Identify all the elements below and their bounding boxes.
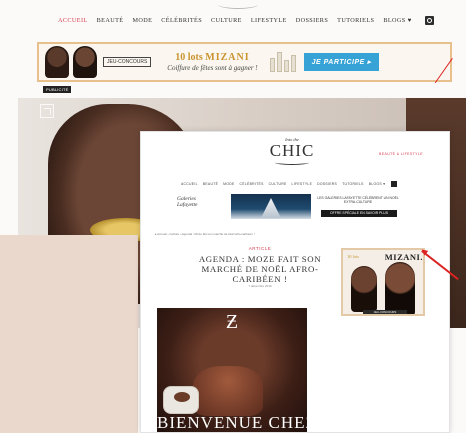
site-logo-fragment[interactable] [218,0,258,9]
foreground-site-screenshot: Into the CHIC BEAUTÉ & LIFESTYLE ACCUEIL… [140,131,450,433]
screenshot-root: ACCUEIL BEAUTÉ MODE CÉLÉBRITÉS CULTURE L… [0,0,466,433]
search-icon[interactable] [424,15,434,25]
galeries-script-logo[interactable]: Galeries Lafayette [177,196,207,218]
breadcrumb[interactable]: ▸ Accueil › Culture › Agenda : Moze fait… [155,232,355,238]
fg-nav-blogs[interactable]: BLOGS ♥ [369,182,386,186]
photo-cup [163,386,199,414]
nav-item-dossiers[interactable]: DOSSIERS [296,17,328,24]
nav-item-accueil[interactable]: ACCUEIL [58,17,88,24]
banner-lots: lots [187,52,203,63]
banner-brand: MIZANI [205,52,250,63]
product-bottles [269,52,296,72]
fg-nav-accueil[interactable]: ACCUEIL [181,182,198,186]
nav-item-mode[interactable]: MODE [132,17,152,24]
photo-logo-letter: Ƶ [225,311,239,333]
fg-banner-button[interactable]: OFFRE SPÉCIALE EN SAVOIR PLUS [321,210,397,217]
fg-banner-text: LES GALERIES LAFAYETTE CÉLÈBRENT UN NOËL… [317,196,399,204]
side-ad-lots: 10 lots [347,254,360,259]
fg-nav-lifestyle[interactable]: LIFESTYLE [292,182,313,186]
top-banner-ad[interactable]: JEU-CONCOURS 10 lots MIZANI Coiffure de … [37,42,452,82]
expand-icon[interactable] [40,104,54,118]
nav-item-blogs[interactable]: BLOGS ♥ [383,17,411,24]
side-ad-model-2 [385,262,415,314]
side-ad-header: 10 lots MIZANI. [347,251,423,262]
site-tagline: BEAUTÉ & LIFESTYLE [379,152,423,156]
fg-nav-tutoriels[interactable]: TUTORIELS [342,182,364,186]
side-ad-model-1 [351,266,377,312]
banner-model-2 [73,46,97,78]
logo-swoosh [275,160,309,165]
photo-cake [193,366,263,416]
fg-nav: ACCUEIL BEAUTÉ MODE CÉLÉBRITÉS CULTURE L… [181,180,431,188]
article-date: 7 décembre 2016 [248,284,272,288]
nav-item-tutoriels[interactable]: TUTORIELS [337,17,374,24]
pink-accent-block [0,235,138,433]
main-nav: ACCUEIL BEAUTÉ MODE CÉLÉBRITÉS CULTURE L… [58,14,438,26]
side-ad-caption: JEU-CONCOURS [363,310,407,314]
contest-chip: JEU-CONCOURS [103,57,152,67]
article-byline [215,290,305,295]
photo-caption: BIENVENUE CHEZ VOU [157,413,307,432]
banner-subtitle: Coiffure de fêtes sont à gagner ! [167,64,258,72]
fg-nav-celebrites[interactable]: CÉLÉBRITÉS [240,182,264,186]
article-category[interactable]: ARTICLE [205,246,315,252]
ad-label: PUBLICITÉ [43,86,72,93]
participate-button[interactable]: JE PARTICIPE ▸ [303,53,380,71]
nav-item-culture[interactable]: CULTURE [211,17,242,24]
banner-model-1 [45,46,69,78]
banner-count: 10 [175,52,186,63]
nav-item-beaute[interactable]: BEAUTÉ [97,17,124,24]
logo-chic: CHIC [269,141,315,160]
article-photo: Ƶ BIENVENUE CHEZ VOU [157,308,307,432]
nav-item-lifestyle[interactable]: LIFESTYLE [251,17,287,24]
nav-item-celebrites[interactable]: CÉLÉBRITÉS [161,17,202,24]
side-ad-brand: MIZANI. [384,251,423,262]
fg-nav-beaute[interactable]: BEAUTÉ [203,182,218,186]
fg-nav-dossiers[interactable]: DOSSIERS [317,182,337,186]
fg-banner-image[interactable] [231,194,311,219]
into-the-chic-logo[interactable]: Into the CHIC [267,137,317,173]
article-title: AGENDA : MOZE FAIT SON MARCHÉ DE NOËL AF… [198,254,322,284]
fg-nav-mode[interactable]: MODE [223,182,234,186]
banner-headline: 10 lots MIZANI [167,52,257,63]
sidebar-mizani-ad[interactable]: 10 lots MIZANI. JEU-CONCOURS [341,248,425,316]
banner-text: 10 lots MIZANI Coiffure de fêtes sont à … [167,52,257,72]
fg-nav-culture[interactable]: CULTURE [269,182,287,186]
fg-search-icon[interactable] [390,181,397,187]
